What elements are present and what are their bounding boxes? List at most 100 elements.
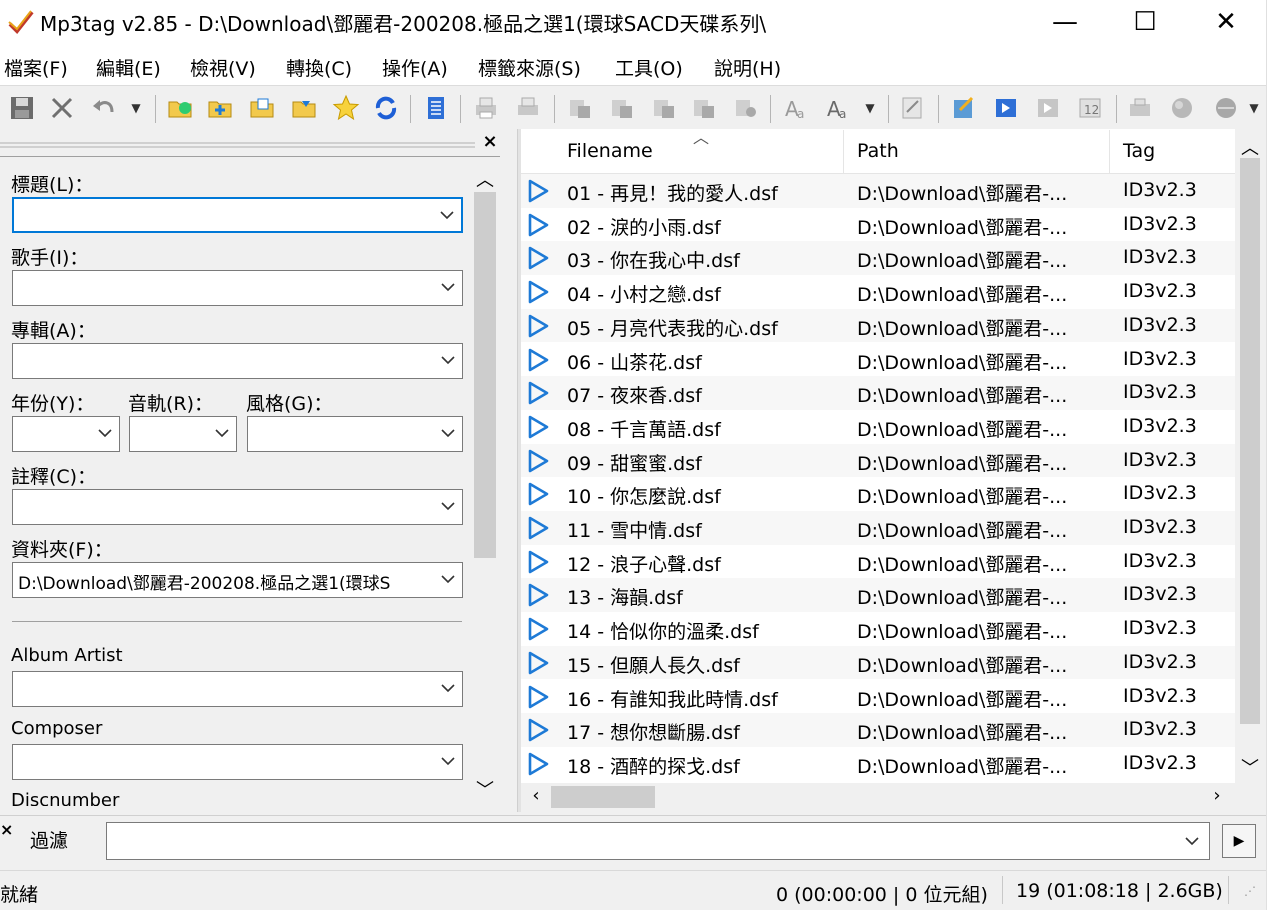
menu-tools[interactable]: 工具(O): [615, 54, 683, 81]
track-field[interactable]: [129, 416, 237, 452]
save-icon[interactable]: [6, 92, 38, 124]
artist-field[interactable]: [12, 270, 463, 306]
scroll-left-icon[interactable]: ‹: [525, 785, 547, 806]
print-icon[interactable]: [470, 92, 502, 124]
album-artist-field[interactable]: [12, 671, 463, 707]
change-dir-icon[interactable]: [164, 92, 196, 124]
table-row[interactable]: 02 - 淚的小雨.dsf D:\Download\鄧麗君-... ID3v2.3: [521, 208, 1235, 242]
audio-file-icon: [528, 348, 549, 371]
table-row[interactable]: 12 - 浪子心聲.dsf D:\Download\鄧麗君-... ID3v2.3: [521, 545, 1235, 579]
filename-to-tag-icon[interactable]: [606, 92, 638, 124]
table-row[interactable]: 16 - 有誰知我此時情.dsf D:\Download\鄧麗君-... ID3v2…: [521, 680, 1235, 714]
favorites-icon[interactable]: [330, 92, 362, 124]
menu-tag-sources[interactable]: 標籤來源(S): [478, 54, 581, 81]
menu-edit[interactable]: 編輯(E): [96, 54, 161, 81]
add-dir-icon[interactable]: [204, 92, 236, 124]
table-row[interactable]: 01 - 再見！我的愛人.dsf D:\Download\鄧麗君-... ID3v2…: [521, 174, 1235, 208]
panel-scroll-thumb[interactable]: [474, 192, 496, 558]
column-separator[interactable]: [843, 130, 844, 174]
scroll-down-icon[interactable]: ﹀: [470, 776, 500, 802]
case-conversion-icon[interactable]: Aa: [780, 92, 812, 124]
tag-to-filename-icon[interactable]: [564, 92, 596, 124]
table-row[interactable]: 04 - 小村之戀.dsf D:\Download\鄧麗君-... ID3v2.3: [521, 275, 1235, 309]
path-cell: D:\Download\鄧麗君-...: [857, 284, 1068, 307]
filter-input[interactable]: [106, 822, 1210, 860]
save-playlist-icon[interactable]: [288, 92, 320, 124]
status-separator: [1228, 876, 1229, 904]
table-row[interactable]: 10 - 你怎麼說.dsf D:\Download\鄧麗君-... ID3v2.3: [521, 477, 1235, 511]
scroll-right-icon[interactable]: ›: [1206, 785, 1228, 806]
table-row[interactable]: 13 - 海韻.dsf D:\Download\鄧麗君-... ID3v2.3: [521, 578, 1235, 613]
play-icon[interactable]: [1124, 92, 1156, 124]
filter-go-button[interactable]: ▶: [1222, 824, 1256, 858]
table-row[interactable]: 18 - 酒醉的探戈.dsf D:\Download\鄧麗君-... ID3v2.3: [521, 747, 1235, 781]
menu-view[interactable]: 檢視(V): [190, 54, 256, 81]
close-button[interactable]: ✕: [1186, 0, 1266, 44]
column-header-tag[interactable]: Tag: [1123, 140, 1155, 162]
text-case-dropdown-icon[interactable]: ▼: [862, 97, 878, 119]
table-row[interactable]: 17 - 想你想斷腸.dsf D:\Download\鄧麗君-... ID3v2.3: [521, 713, 1235, 747]
list-vertical-scroll-thumb[interactable]: [1240, 158, 1260, 724]
open-playlist-icon[interactable]: [246, 92, 278, 124]
panel-grip[interactable]: [0, 142, 475, 148]
remove-tag-icon[interactable]: [46, 92, 78, 124]
album-field[interactable]: [12, 343, 463, 379]
refresh-icon[interactable]: [370, 92, 402, 124]
menu-help[interactable]: 說明(H): [714, 54, 781, 81]
export-icon[interactable]: [512, 92, 544, 124]
tag-to-tag-icon[interactable]: [688, 92, 720, 124]
year-label: 年份(Y)：: [11, 393, 95, 415]
title-field[interactable]: [12, 197, 463, 233]
undo-dropdown-icon[interactable]: ▼: [128, 97, 144, 119]
table-row[interactable]: 15 - 但願人長久.dsf D:\Download\鄧麗君-... ID3v2.3: [521, 645, 1235, 680]
comment-field[interactable]: [12, 489, 463, 525]
freedb-icon[interactable]: [990, 92, 1022, 124]
autonumber-icon[interactable]: 12: [1074, 92, 1106, 124]
year-field[interactable]: [12, 416, 120, 452]
path-cell: D:\Download\鄧麗君-...: [857, 553, 1068, 576]
window-frame: [1266, 0, 1278, 910]
text-case-icon[interactable]: Aa: [822, 92, 854, 124]
table-row[interactable]: 07 - 夜來香.dsf D:\Download\鄧麗君-... ID3v2.3: [521, 376, 1235, 410]
composer-field[interactable]: [12, 744, 463, 780]
cover-icon[interactable]: [1210, 92, 1242, 124]
path-cell: D:\Download\鄧麗君-...: [857, 418, 1068, 441]
filename-cell: 12 - 浪子心聲.dsf: [567, 553, 721, 576]
scroll-up-icon[interactable]: ︿: [1236, 134, 1264, 159]
scroll-up-icon[interactable]: ︿: [470, 166, 500, 192]
actions-icon[interactable]: [730, 92, 762, 124]
discogs-icon[interactable]: [1032, 92, 1064, 124]
table-row[interactable]: 06 - 山茶花.dsf D:\Download\鄧麗君-... ID3v2.3: [521, 343, 1235, 377]
table-row[interactable]: 05 - 月亮代表我的心.dsf D:\Download\鄧麗君-... ID3v2…: [521, 308, 1235, 343]
tag-cell: ID3v2.3: [1123, 179, 1197, 201]
menu-convert[interactable]: 轉換(C): [286, 54, 352, 81]
extended-tags-icon[interactable]: [420, 92, 452, 124]
minimize-button[interactable]: —: [1025, 0, 1105, 44]
scroll-down-icon[interactable]: ﹀: [1236, 754, 1264, 779]
filename-cell: 03 - 你在我心中.dsf: [567, 250, 740, 273]
resize-grip-icon[interactable]: ⋰: [1244, 884, 1268, 904]
quick-action-icon[interactable]: [948, 92, 980, 124]
toolbar-more-icon[interactable]: ▼: [1246, 97, 1262, 119]
maximize-button[interactable]: ☐: [1105, 0, 1185, 44]
menu-file[interactable]: 檔案(F): [4, 54, 68, 81]
genre-field[interactable]: [247, 416, 463, 452]
text-to-tag-icon[interactable]: [648, 92, 680, 124]
list-horizontal-scroll-thumb[interactable]: [551, 786, 655, 808]
web-source-icon[interactable]: [1166, 92, 1198, 124]
table-row[interactable]: 14 - 恰似你的溫柔.dsf D:\Download\鄧麗君-... ID3v2.…: [521, 612, 1235, 646]
column-separator[interactable]: [1109, 130, 1110, 174]
table-row[interactable]: 08 - 千言萬語.dsf D:\Download\鄧麗君-... ID3v2.3: [521, 410, 1235, 444]
undo-icon[interactable]: [88, 92, 120, 124]
table-row[interactable]: 03 - 你在我心中.dsf D:\Download\鄧麗君-... ID3v2.3: [521, 241, 1235, 276]
filter-close-button[interactable]: ×: [0, 820, 13, 839]
directory-field[interactable]: D:\Download\鄧麗君-200208.極品之選1(環球S: [12, 562, 463, 598]
panel-close-button[interactable]: ×: [480, 131, 500, 152]
table-row[interactable]: 09 - 甜蜜蜜.dsf D:\Download\鄧麗君-... ID3v2.3: [521, 443, 1235, 478]
chevron-down-icon[interactable]: [1184, 833, 1200, 849]
column-header-path[interactable]: Path: [857, 140, 899, 162]
column-header-filename[interactable]: Filename: [567, 140, 653, 162]
table-row[interactable]: 11 - 雪中情.dsf D:\Download\鄧麗君-... ID3v2.3: [521, 511, 1235, 545]
edit-icon[interactable]: [896, 92, 928, 124]
menu-actions[interactable]: 操作(A): [382, 54, 448, 81]
